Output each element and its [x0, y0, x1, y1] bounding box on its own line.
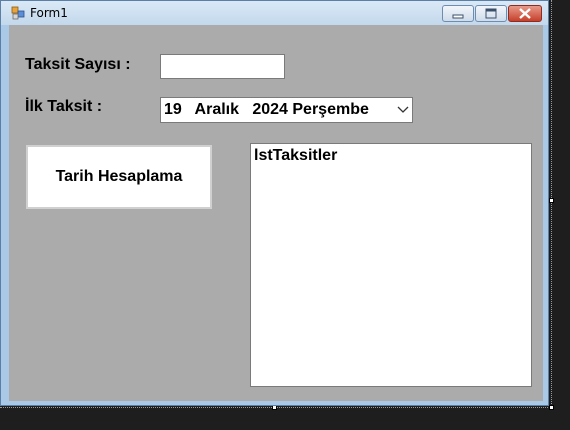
list-item[interactable]: lstTaksitler: [254, 147, 337, 165]
maximize-icon: [485, 8, 497, 19]
selection-border-right: [551, 0, 552, 408]
close-icon: [519, 8, 531, 19]
date-picker-value: 19 Aralık 2024 Perşembe: [164, 101, 369, 118]
resize-handle-right[interactable]: [549, 198, 554, 203]
form-app-icon: [11, 6, 25, 20]
form-client-area: Taksit Sayısı : İlk Taksit : 19 Aralık 2…: [9, 25, 543, 401]
resize-handle-corner[interactable]: [549, 405, 554, 410]
ilk-taksit-date-picker[interactable]: 19 Aralık 2024 Perşembe: [160, 97, 413, 123]
maximize-button[interactable]: [475, 5, 507, 22]
window-title: Form1: [30, 6, 68, 20]
chevron-down-icon[interactable]: [397, 106, 409, 114]
taksit-sayisi-label: Taksit Sayısı :: [25, 56, 131, 73]
taksitler-listbox[interactable]: lstTaksitler: [250, 143, 532, 387]
minimize-button[interactable]: [442, 5, 474, 22]
form-window: Form1 Taksit Sayısı : İlk Taksit : 19 Ar…: [0, 0, 549, 406]
title-bar[interactable]: Form1: [1, 1, 548, 25]
tarih-hesaplama-button[interactable]: Tarih Hesaplama: [26, 145, 212, 209]
close-button[interactable]: [508, 5, 542, 22]
ilk-taksit-label: İlk Taksit :: [25, 98, 103, 115]
taksit-sayisi-input[interactable]: [160, 54, 285, 79]
minimize-icon: [452, 14, 464, 19]
